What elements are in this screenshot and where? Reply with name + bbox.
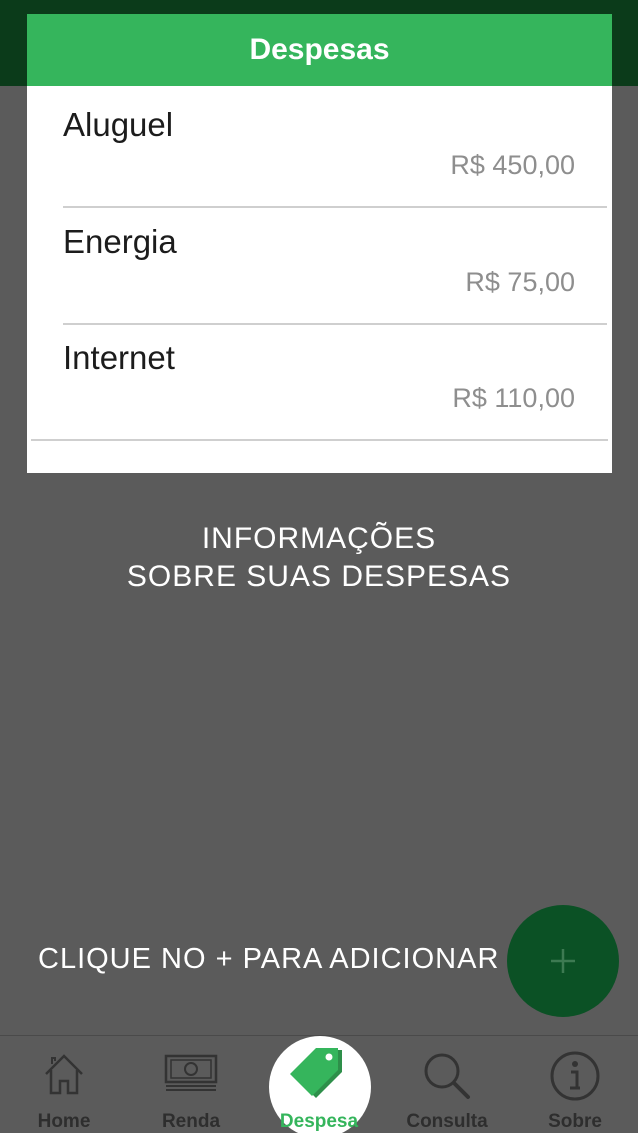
nav-item-renda[interactable]: Renda [127, 1036, 255, 1133]
nav-label-consulta: Consulta [406, 1111, 488, 1132]
add-hint-text: CLIQUE NO + PARA ADICIONAR [38, 943, 500, 975]
nav-item-sobre[interactable]: Sobre [511, 1036, 638, 1133]
expense-item-aluguel[interactable]: Aluguel R$ 450,00 [27, 60, 612, 208]
info-text: INFORMAÇÕES SOBRE SUAS DESPESAS [0, 520, 638, 596]
expenses-card: Despesas Aluguel R$ 450,00 Energia R$ 75… [27, 14, 612, 473]
nav-label-home: Home [37, 1111, 91, 1132]
expense-name: Energia [63, 223, 177, 260]
expense-item-energia[interactable]: Energia R$ 75,00 [27, 177, 612, 325]
nav-item-consulta[interactable]: Consulta [383, 1036, 511, 1133]
nav-item-home[interactable]: Home [0, 1036, 128, 1133]
info-line-1: INFORMAÇÕES [201, 522, 437, 555]
divider [31, 439, 608, 441]
add-expense-button[interactable] [507, 905, 619, 1017]
nav-item-despesa[interactable]: Despesa [255, 1036, 383, 1133]
plus-icon [551, 949, 575, 973]
bottom-navigation: Home Renda Despesa Consulta Sobre [0, 1035, 638, 1133]
nav-label-despesa: Despesa [279, 1111, 359, 1132]
nav-label-renda: Renda [161, 1111, 221, 1132]
expense-name: Internet [63, 339, 175, 376]
expense-value: R$ 110,00 [452, 383, 575, 413]
expense-item-internet[interactable]: Internet R$ 110,00 [27, 293, 612, 441]
home-icon [45, 1054, 83, 1095]
info-line-2: SOBRE SUAS DESPESAS [126, 560, 512, 593]
expense-name: Aluguel [63, 106, 174, 143]
search-icon [424, 1053, 470, 1099]
banknote-icon [164, 1054, 218, 1091]
nav-label-sobre: Sobre [548, 1111, 602, 1132]
price-tag-icon [290, 1048, 342, 1098]
info-icon [550, 1051, 600, 1101]
app-screen: Despesas Aluguel R$ 450,00 Energia R$ 75… [0, 0, 638, 1133]
